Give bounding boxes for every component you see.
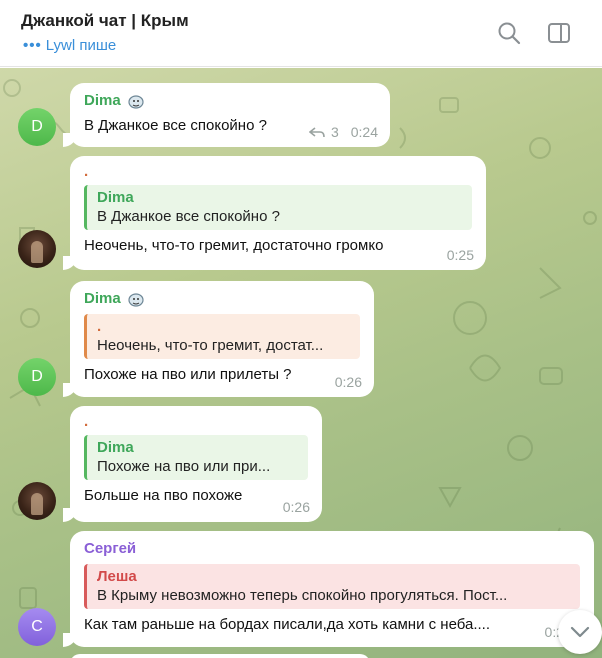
typing-status: ••• Lywl пише bbox=[23, 37, 116, 54]
message-bubble[interactable]: . Dima Похоже на пво или при... Больше н… bbox=[63, 406, 322, 522]
avatar[interactable]: D bbox=[18, 358, 56, 396]
scroll-to-bottom-button[interactable] bbox=[558, 610, 602, 654]
reply-arrow-icon[interactable] bbox=[308, 126, 325, 138]
avatar[interactable] bbox=[18, 230, 56, 268]
message-time: 0:26 bbox=[282, 499, 310, 515]
avatar-letter: D bbox=[31, 368, 43, 385]
reply-text: Неочень, что-то гремит, достат... bbox=[97, 337, 324, 354]
reply-name: Dima bbox=[97, 189, 134, 206]
reply-text: Похоже на пво или при... bbox=[97, 458, 271, 475]
reply-preview[interactable]: Dima Похоже на пво или при... bbox=[84, 435, 308, 480]
message-bubble[interactable]: Dima . Неочень, что-то гремит, достат...… bbox=[63, 281, 374, 397]
message-text: Как там раньше на бордах писали,да хоть … bbox=[84, 616, 491, 633]
message-list[interactable]: D Dima В Джанкое все спокойно ? 3 0:24 .… bbox=[0, 68, 602, 658]
reply-name: Леша bbox=[97, 568, 137, 585]
reply-text: В Джанкое все спокойно ? bbox=[97, 208, 280, 225]
message-bubble[interactable]: Сергей Леша В Крыму невозможно теперь сп… bbox=[63, 531, 594, 647]
message-bubble[interactable]: Dima В Джанкое все спокойно ? 3 0:24 bbox=[63, 83, 390, 147]
next-message-bubble bbox=[70, 654, 370, 658]
message-text: Больше на пво похоже bbox=[84, 487, 243, 504]
avatar-photo bbox=[31, 493, 43, 515]
avatar-letter: C bbox=[31, 618, 43, 635]
message-time: 0:25 bbox=[446, 247, 474, 263]
chevron-down-icon bbox=[570, 626, 590, 638]
avatar[interactable]: D bbox=[18, 108, 56, 146]
avatar[interactable]: C bbox=[18, 608, 56, 646]
search-icon[interactable] bbox=[496, 20, 522, 46]
reply-name: . bbox=[97, 318, 102, 335]
replies-count[interactable]: 3 bbox=[331, 124, 339, 140]
message-text: Похоже на пво или прилеты ? bbox=[84, 366, 292, 383]
reply-preview[interactable]: Леша В Крыму невозможно теперь спокойно … bbox=[84, 564, 580, 609]
sender-name[interactable]: Dima bbox=[84, 290, 362, 308]
typing-dots: ••• bbox=[23, 37, 42, 54]
message-time: 0:26 bbox=[334, 374, 362, 390]
reply-preview[interactable]: Dima В Джанкое все спокойно ? bbox=[84, 185, 472, 230]
message-bubble[interactable]: . Dima В Джанкое все спокойно ? Неочень,… bbox=[63, 156, 486, 270]
reply-text: В Крыму невозможно теперь спокойно прогу… bbox=[97, 587, 508, 604]
reply-name: Dima bbox=[97, 439, 134, 456]
sender-name[interactable]: . bbox=[84, 164, 474, 179]
chat-header: Джанкой чат | Крым ••• Lywl пише bbox=[0, 0, 602, 67]
sender-name-text: Dima bbox=[84, 290, 121, 307]
sticker-emoji-icon bbox=[128, 293, 144, 307]
sender-name[interactable]: Dima bbox=[84, 92, 378, 110]
message-time: 0:24 bbox=[350, 124, 378, 140]
avatar[interactable] bbox=[18, 482, 56, 520]
sender-name-text: Dima bbox=[84, 92, 121, 109]
sender-name[interactable]: Сергей bbox=[84, 540, 582, 558]
message-meta: 3 0:24 bbox=[308, 124, 378, 140]
reply-preview[interactable]: . Неочень, что-то гремит, достат... bbox=[84, 314, 360, 359]
avatar-letter: D bbox=[31, 118, 43, 135]
chat-title[interactable]: Джанкой чат | Крым bbox=[21, 11, 189, 31]
message-text: Неочень, что-то гремит, достаточно громк… bbox=[84, 237, 384, 254]
typing-text: Lywl пише bbox=[45, 37, 117, 54]
avatar-photo bbox=[31, 241, 43, 263]
sender-name[interactable]: . bbox=[84, 414, 310, 429]
sidebar-toggle-icon[interactable] bbox=[546, 20, 572, 46]
sticker-emoji-icon bbox=[128, 95, 144, 109]
